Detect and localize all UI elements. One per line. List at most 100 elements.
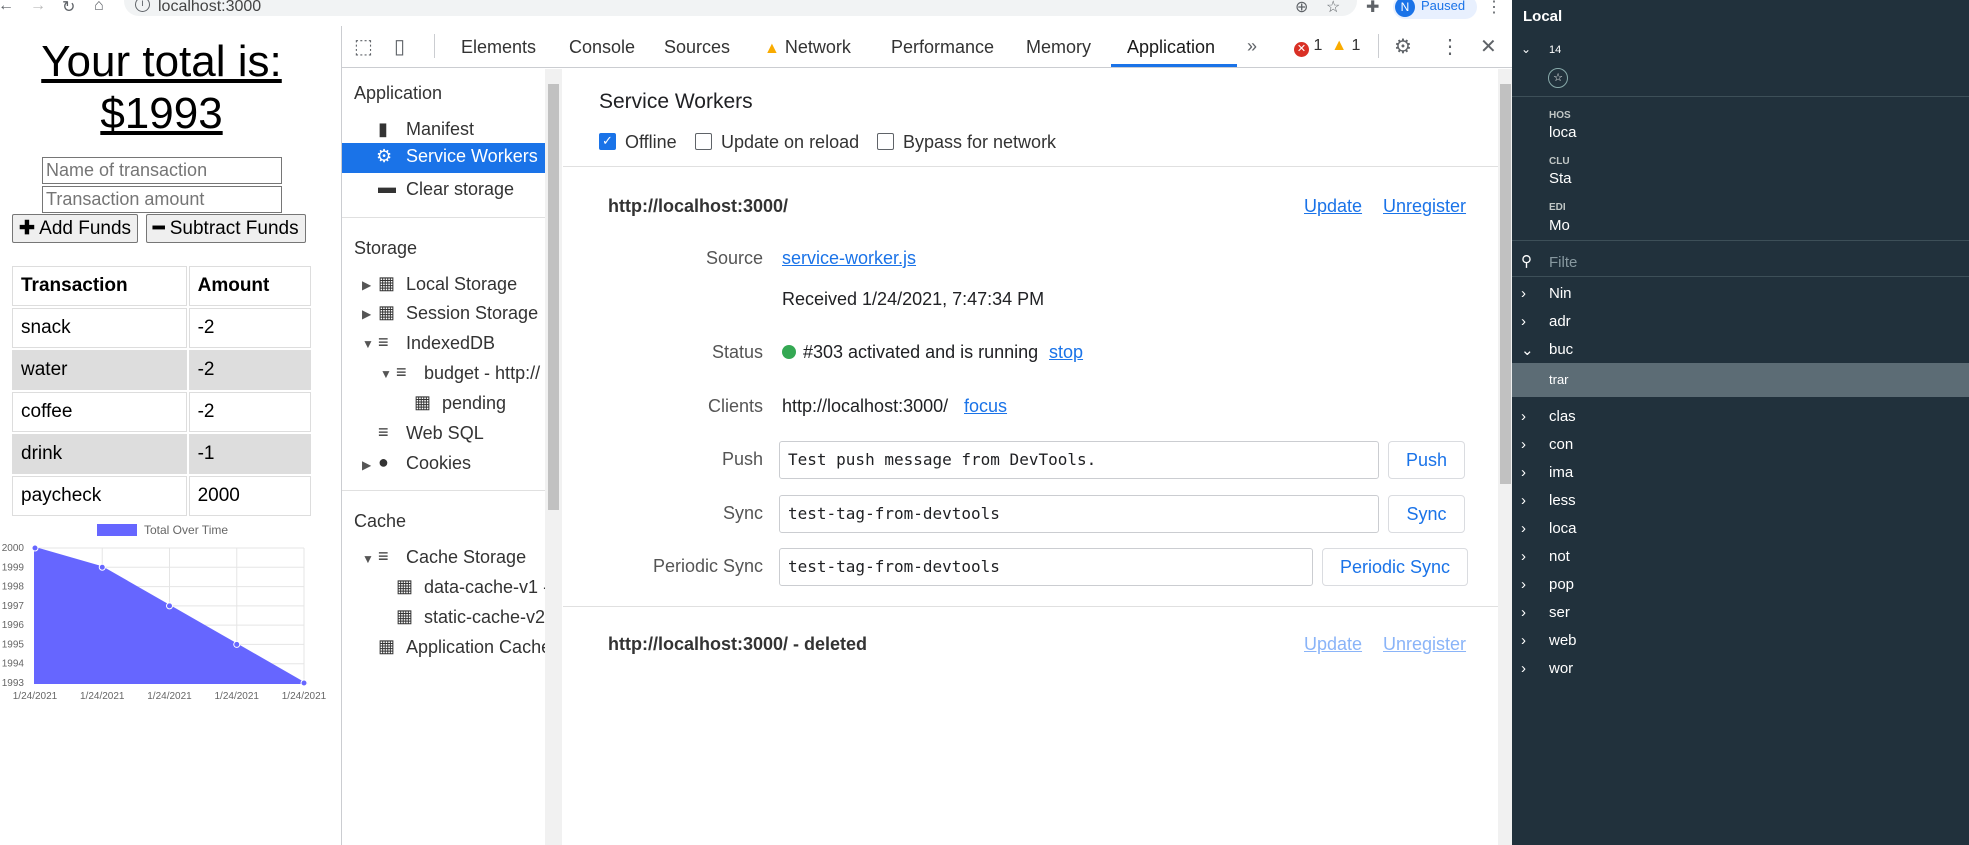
sidebar-item-static-cache[interactable]: static-cache-v2 — [424, 607, 545, 628]
grid-icon: ▦ — [396, 576, 414, 596]
tab-performance[interactable]: Performance — [891, 37, 994, 58]
extensions-icon[interactable]: ✚ — [1366, 0, 1379, 17]
expand-caret-icon[interactable]: ▶ — [362, 278, 371, 292]
devtools-menu-icon[interactable]: ⋮ — [1440, 34, 1460, 59]
db-item[interactable]: adr — [1549, 313, 1571, 330]
db-item[interactable]: buc — [1549, 341, 1573, 358]
filter-input[interactable]: Filte — [1549, 254, 1577, 271]
forward-icon[interactable]: → — [30, 0, 46, 15]
stop-link[interactable]: stop — [1049, 342, 1083, 363]
star-icon[interactable]: ☆ — [1548, 68, 1568, 88]
back-icon[interactable]: ← — [0, 0, 14, 15]
update-link[interactable]: Update — [1304, 196, 1362, 217]
tab-application[interactable]: Application — [1127, 37, 1215, 58]
db-item[interactable]: con — [1549, 436, 1573, 453]
chevron-right-icon[interactable]: › — [1521, 492, 1526, 509]
more-tabs-icon[interactable]: » — [1247, 36, 1257, 57]
db-item[interactable]: Nin — [1549, 285, 1572, 302]
zoom-icon[interactable]: ⊕ — [1295, 0, 1308, 17]
push-button[interactable]: Push — [1388, 441, 1465, 479]
periodic-sync-input[interactable]: test-tag-from-devtools — [779, 548, 1313, 586]
settings-gear-icon[interactable]: ⚙ — [1394, 34, 1412, 59]
sidebar-item-local-storage[interactable]: Local Storage — [406, 274, 517, 295]
collapse-icon[interactable]: ⌄ — [1521, 42, 1531, 56]
sync-input[interactable]: test-tag-from-devtools — [779, 495, 1379, 533]
sidebar-item-cookies[interactable]: Cookies — [406, 453, 471, 474]
deleted-update-link[interactable]: Update — [1304, 634, 1362, 655]
sidebar-item-data-cache[interactable]: data-cache-v1 - — [424, 577, 545, 598]
push-input[interactable]: Test push message from DevTools. — [779, 441, 1379, 479]
sidebar-item-budget-db[interactable]: budget - http:// — [424, 363, 545, 384]
chevron-right-icon[interactable]: › — [1521, 436, 1526, 453]
sync-button[interactable]: Sync — [1388, 495, 1465, 533]
chevron-down-icon[interactable]: ⌄ — [1521, 341, 1534, 359]
db-item[interactable]: loca — [1549, 520, 1577, 537]
expand-caret-icon[interactable]: ▶ — [362, 307, 371, 321]
inspect-element-icon[interactable]: ⬚ — [354, 34, 373, 59]
home-icon[interactable]: ⌂ — [94, 0, 104, 15]
clients-label: Clients — [707, 396, 763, 416]
db-item[interactable]: web — [1549, 632, 1577, 649]
table-row: coffee -2 — [12, 392, 311, 432]
db-item[interactable]: ser — [1549, 604, 1570, 621]
issues-badge[interactable]: ✕ 1 ▲ 1 — [1294, 37, 1360, 57]
tab-network[interactable]: ▲ Network — [764, 37, 851, 58]
bypass-for-network-checkbox[interactable] — [877, 133, 894, 150]
db-item[interactable]: pop — [1549, 576, 1574, 593]
deleted-unregister-link[interactable]: Unregister — [1383, 634, 1466, 655]
unregister-link[interactable]: Unregister — [1383, 196, 1466, 217]
expand-caret-icon[interactable]: ▶ — [362, 458, 371, 472]
sidebar-item-application-cache[interactable]: Application Cache — [406, 637, 545, 658]
collapse-caret-icon[interactable]: ▼ — [380, 367, 392, 381]
sidebar-item-indexeddb[interactable]: IndexedDB — [406, 333, 495, 354]
url-text[interactable]: localhost:3000 — [158, 0, 261, 16]
tab-memory[interactable]: Memory — [1026, 37, 1091, 58]
sidebar-scroll-thumb[interactable] — [548, 84, 559, 510]
reload-icon[interactable]: ↻ — [62, 0, 75, 17]
db-item[interactable]: ima — [1549, 464, 1573, 481]
chevron-right-icon[interactable]: › — [1521, 464, 1526, 481]
close-devtools-icon[interactable]: ✕ — [1480, 34, 1497, 59]
db-item[interactable]: clas — [1549, 408, 1576, 425]
tab-elements[interactable]: Elements — [461, 37, 536, 58]
main-scroll-thumb[interactable] — [1500, 84, 1511, 484]
sidebar-item-cache-storage[interactable]: Cache Storage — [406, 547, 526, 568]
subtract-funds-button[interactable]: ━ Subtract Funds — [146, 214, 306, 243]
db-item[interactable]: less — [1549, 492, 1576, 509]
collapse-caret-icon[interactable]: ▼ — [362, 337, 374, 351]
chevron-right-icon[interactable]: › — [1521, 313, 1526, 330]
chevron-right-icon[interactable]: › — [1521, 632, 1526, 649]
db-item[interactable]: not — [1549, 548, 1570, 565]
collapse-caret-icon[interactable]: ▼ — [362, 552, 374, 566]
chevron-right-icon[interactable]: › — [1521, 285, 1526, 302]
tab-console[interactable]: Console — [569, 37, 635, 58]
chevron-right-icon[interactable]: › — [1521, 604, 1526, 621]
sidebar-item-pending-store[interactable]: pending — [442, 393, 506, 414]
sidebar-item-service-workers[interactable]: ⚙ Service Workers — [342, 143, 545, 173]
transaction-name-input[interactable]: Name of transaction — [42, 157, 282, 184]
address-bar[interactable] — [124, 0, 1357, 16]
browser-menu-icon[interactable]: ⋮ — [1486, 0, 1502, 17]
sidebar-item-session-storage[interactable]: Session Storage — [406, 303, 538, 324]
star-icon[interactable]: ☆ — [1326, 0, 1340, 17]
chevron-right-icon[interactable]: › — [1521, 548, 1526, 565]
sidebar-item-web-sql[interactable]: Web SQL — [406, 423, 484, 444]
sidebar-item-manifest[interactable]: Manifest — [406, 119, 474, 140]
sidebar-item-clear-storage[interactable]: Clear storage — [406, 179, 514, 200]
profile-button[interactable]: N Paused — [1393, 0, 1477, 19]
chevron-right-icon[interactable]: › — [1521, 576, 1526, 593]
focus-link[interactable]: focus — [964, 396, 1007, 417]
chevron-right-icon[interactable]: › — [1521, 408, 1526, 425]
add-funds-button[interactable]: ✚ Add Funds — [12, 214, 139, 243]
source-link[interactable]: service-worker.js — [782, 248, 916, 269]
offline-checkbox[interactable]: ✓ — [599, 133, 616, 150]
transaction-amount-input[interactable]: Transaction amount — [42, 186, 282, 213]
db-item[interactable]: wor — [1549, 660, 1573, 677]
device-toolbar-icon[interactable]: ▯ — [394, 34, 405, 59]
tab-sources[interactable]: Sources — [664, 37, 730, 58]
periodic-sync-button[interactable]: Periodic Sync — [1322, 548, 1468, 586]
collection-item[interactable]: trar — [1549, 372, 1569, 387]
update-on-reload-checkbox[interactable] — [695, 133, 712, 150]
chevron-right-icon[interactable]: › — [1521, 660, 1526, 677]
chevron-right-icon[interactable]: › — [1521, 520, 1526, 537]
